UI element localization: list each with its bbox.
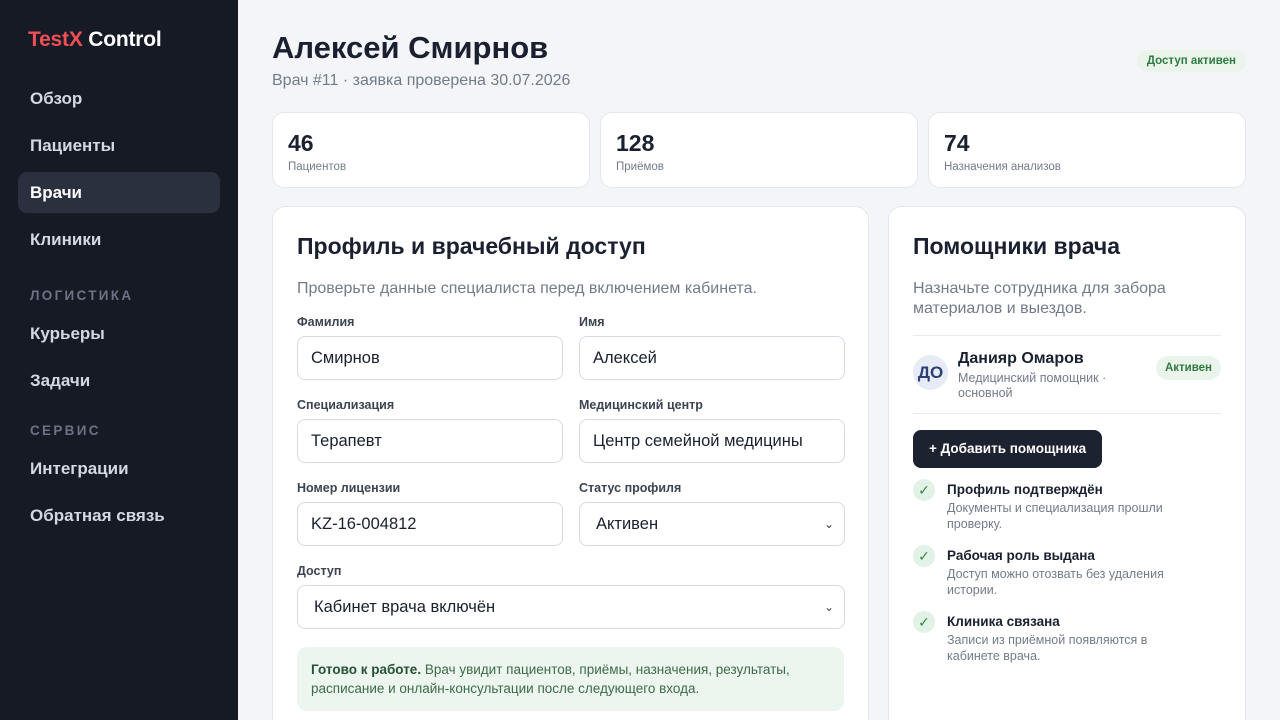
assistant-info: Данияр Омаров Медицинский помощник · осн… <box>958 350 1128 401</box>
assistants-card-description: Назначьте сотрудника для забора материал… <box>913 280 1166 317</box>
checklist-desc: Записи из приёмной появляются в кабинете… <box>947 633 1148 663</box>
assistants-card: Помощники врача Назначьте сотрудника для… <box>888 206 1246 720</box>
sidebar: TestX Control Обзор Пациенты Врачи Клини… <box>0 0 238 720</box>
assistant-name: Данияр Омаров <box>958 350 1084 367</box>
chevron-down-icon: ⌄ <box>823 600 834 614</box>
profile-card-title: Профиль и врачебный доступ <box>297 233 646 259</box>
license-field-group: Номер лицензии KZ-16-004812 <box>297 481 563 546</box>
checklist-text: Рабочая роль выдана Доступ можно отозват… <box>947 548 1187 598</box>
list-item: ✓ Клиника связана Записи из приёмной поя… <box>913 611 1221 664</box>
field-label: Номер лицензии <box>297 481 401 495</box>
assistants-card-title: Помощники врача <box>913 233 1121 259</box>
page-title: Алексей Смирнов <box>272 30 549 65</box>
check-icon: ✓ <box>913 545 935 567</box>
field-label: Статус профиля <box>579 481 682 495</box>
sidebar-item-couriers[interactable]: Курьеры <box>18 313 220 354</box>
license-number-input[interactable]: KZ-16-004812 <box>297 502 563 546</box>
check-icon: ✓ <box>913 611 935 633</box>
stat-label: Назначения анализов <box>944 161 1061 173</box>
profile-card: Профиль и врачебный доступ Проверьте дан… <box>272 206 869 720</box>
checklist: ✓ Профиль подтверждён Документы и специа… <box>913 479 1221 664</box>
stat-value: 128 <box>616 130 655 156</box>
sidebar-item-clinics[interactable]: Клиники <box>18 219 220 260</box>
sidebar-section-service: СЕРВИС <box>30 423 101 438</box>
last-name-input[interactable]: Смирнов <box>297 336 563 380</box>
sidebar-section-logistics: ЛОГИСТИКА <box>30 288 134 303</box>
sidebar-item-overview[interactable]: Обзор <box>18 78 220 119</box>
assistant-status-badge: Активен <box>1155 356 1221 380</box>
field-label: Специализация <box>297 398 395 412</box>
checklist-text: Клиника связана Записи из приёмной появл… <box>947 614 1187 664</box>
profile-form: Фамилия Смирнов Имя Алексей Специализаци… <box>297 315 845 647</box>
checklist-desc: Доступ можно отозвать без удаления истор… <box>947 567 1164 597</box>
stat-card-patients: 46 Пациентов <box>272 112 590 188</box>
checklist-title: Профиль подтверждён <box>947 482 1103 497</box>
sidebar-item-feedback[interactable]: Обратная связь <box>18 495 220 536</box>
chevron-down-icon: ⌄ <box>823 517 834 531</box>
stat-value: 74 <box>944 130 970 156</box>
assistant-role: Медицинский помощник · основной <box>958 371 1107 400</box>
access-field-group: Доступ Кабинет врача включён ⌄ <box>297 564 845 629</box>
field-label: Медицинский центр <box>579 398 703 412</box>
checklist-text: Профиль подтверждён Документы и специали… <box>947 482 1187 532</box>
sidebar-item-integrations[interactable]: Интеграции <box>18 448 220 489</box>
logo-text: Control <box>82 28 162 51</box>
ready-notice: Готово к работе. Врач увидит пациентов, … <box>297 647 844 711</box>
check-icon: ✓ <box>913 479 935 501</box>
stat-card-appointments: 128 Приёмов <box>600 112 918 188</box>
profile-card-description: Проверьте данные специалиста перед включ… <box>297 280 757 297</box>
field-label: Имя <box>579 315 605 329</box>
main-content: Алексей Смирнов Врач #11 · заявка провер… <box>238 0 1280 720</box>
stat-value: 46 <box>288 130 314 156</box>
status-badge: Доступ активен <box>1136 50 1246 72</box>
stat-label: Пациентов <box>288 161 347 173</box>
add-assistant-button[interactable]: + Добавить помощника <box>913 430 1103 468</box>
last-name-field-group: Фамилия Смирнов <box>297 315 563 380</box>
app-logo[interactable]: TestX Control <box>18 28 220 52</box>
assistant-row[interactable]: ДО Данияр Омаров Медицинский помощник · … <box>913 335 1221 414</box>
logo-accent: TestX <box>28 28 83 51</box>
checklist-title: Клиника связана <box>947 614 1060 629</box>
list-item: ✓ Рабочая роль выдана Доступ можно отозв… <box>913 545 1221 598</box>
select-value: Кабинет врача включён <box>314 598 496 616</box>
medical-center-input[interactable]: Центр семейной медицины <box>579 419 845 463</box>
avatar: ДО <box>913 355 948 390</box>
notice-title: Готово к работе. <box>311 662 422 677</box>
first-name-input[interactable]: Алексей <box>579 336 845 380</box>
select-value: Активен <box>596 515 659 533</box>
page-subtitle: Врач #11 · заявка проверена 30.07.2026 <box>272 72 571 89</box>
specialization-input[interactable]: Терапевт <box>297 419 563 463</box>
access-select[interactable]: Кабинет врача включён ⌄ <box>297 585 845 629</box>
first-name-field-group: Имя Алексей <box>579 315 845 380</box>
sidebar-item-patients[interactable]: Пациенты <box>18 125 220 166</box>
profile-status-select[interactable]: Активен ⌄ <box>579 502 845 546</box>
sidebar-item-doctors[interactable]: Врачи <box>18 172 220 213</box>
medical-center-field-group: Медицинский центр Центр семейной медицин… <box>579 398 845 463</box>
status-field-group: Статус профиля Активен ⌄ <box>579 481 845 546</box>
sidebar-item-tasks[interactable]: Задачи <box>18 360 220 401</box>
field-label: Фамилия <box>297 315 355 329</box>
specialization-field-group: Специализация Терапевт <box>297 398 563 463</box>
stat-card-lab-orders: 74 Назначения анализов <box>928 112 1246 188</box>
checklist-desc: Документы и специализация прошли проверк… <box>947 501 1163 531</box>
list-item: ✓ Профиль подтверждён Документы и специа… <box>913 479 1221 532</box>
checklist-title: Рабочая роль выдана <box>947 548 1095 563</box>
stat-label: Приёмов <box>616 161 664 173</box>
field-label: Доступ <box>297 564 342 578</box>
